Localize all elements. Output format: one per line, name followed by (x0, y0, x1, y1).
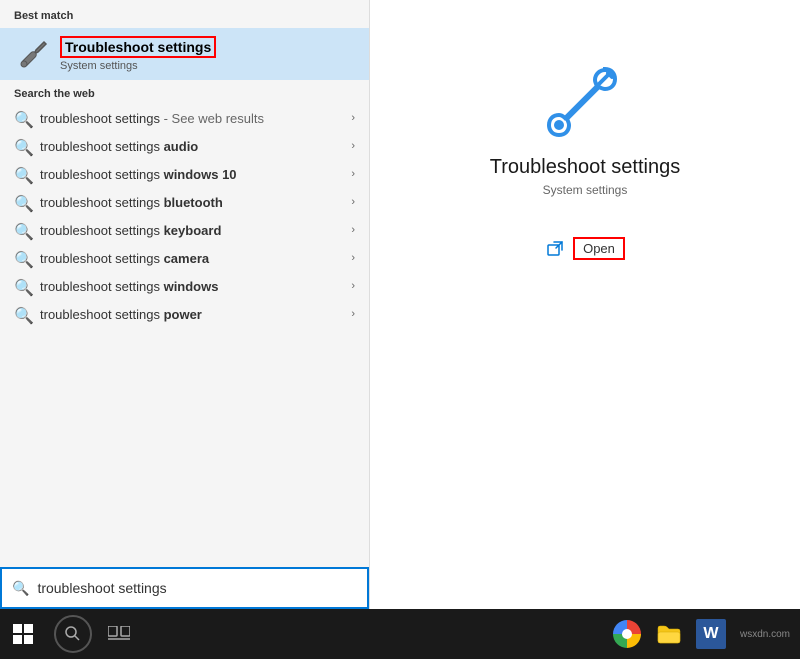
app-subtitle: System settings (543, 183, 628, 197)
cortana-search-button[interactable] (54, 615, 92, 653)
search-icon: 🔍 (14, 222, 30, 238)
list-item[interactable]: 🔍 troubleshoot settings windows 10 › (0, 160, 369, 188)
search-icon: 🔍 (14, 166, 30, 182)
search-bar-container: 🔍 (0, 567, 369, 609)
list-item[interactable]: 🔍 troubleshoot settings camera › (0, 244, 369, 272)
chevron-right-icon: › (351, 112, 355, 124)
left-panel: Best match Troubleshoot settings System … (0, 0, 370, 609)
taskbar: W wsxdn.com (0, 609, 800, 659)
result-text: troubleshoot settings power (40, 307, 351, 322)
search-icon: 🔍 (14, 138, 30, 154)
list-item[interactable]: 🔍 troubleshoot settings windows › (0, 272, 369, 300)
open-button[interactable]: Open (573, 237, 625, 260)
search-input[interactable] (37, 580, 357, 596)
search-icon: 🔍 (14, 278, 30, 294)
result-text: troubleshoot settings camera (40, 251, 351, 266)
app-container: Best match Troubleshoot settings System … (0, 0, 800, 659)
best-match-label: Best match (0, 0, 369, 28)
list-item[interactable]: 🔍 troubleshoot settings audio › (0, 132, 369, 160)
chevron-right-icon: › (351, 308, 355, 320)
main-area: Best match Troubleshoot settings System … (0, 0, 800, 609)
chevron-right-icon: › (351, 168, 355, 180)
open-button-row: Open (545, 237, 625, 260)
result-text: troubleshoot settings windows 10 (40, 167, 351, 182)
search-web-label: Search the web (0, 80, 369, 104)
list-item[interactable]: 🔍 troubleshoot settings keyboard › (0, 216, 369, 244)
taskbar-right-icons: W (608, 615, 730, 653)
list-item[interactable]: 🔍 troubleshoot settings power › (0, 300, 369, 328)
search-icon: 🔍 (14, 110, 30, 126)
chevron-right-icon: › (351, 196, 355, 208)
chrome-icon[interactable] (608, 615, 646, 653)
best-match-item[interactable]: Troubleshoot settings System settings (0, 28, 369, 80)
task-view-button[interactable] (100, 615, 138, 653)
search-icon: 🔍 (14, 194, 30, 210)
result-text: troubleshoot settings audio (40, 139, 351, 154)
chevron-right-icon: › (351, 224, 355, 236)
chevron-right-icon: › (351, 252, 355, 264)
best-match-text: Troubleshoot settings System settings (60, 36, 216, 72)
windows-start-button[interactable] (4, 615, 42, 653)
result-text: troubleshoot settings bluetooth (40, 195, 351, 210)
result-text: troubleshoot settings keyboard (40, 223, 351, 238)
list-item[interactable]: 🔍 troubleshoot settings bluetooth › (0, 188, 369, 216)
right-panel: Troubleshoot settings System settings Op… (370, 0, 800, 609)
result-text: troubleshoot settings - See web results (40, 111, 351, 126)
best-match-title: Troubleshoot settings (60, 36, 216, 58)
search-bar-icon: 🔍 (12, 580, 29, 597)
watermark: wsxdn.com (740, 629, 790, 640)
chevron-right-icon: › (351, 140, 355, 152)
result-text: troubleshoot settings windows (40, 279, 351, 294)
search-icon: 🔍 (14, 250, 30, 266)
list-item[interactable]: 🔍 troubleshoot settings - See web result… (0, 104, 369, 132)
search-icon: 🔍 (14, 306, 30, 322)
file-explorer-icon[interactable] (650, 615, 688, 653)
chevron-right-icon: › (351, 280, 355, 292)
open-window-icon (545, 239, 565, 259)
wrench-icon (14, 36, 50, 72)
app-large-icon (545, 60, 625, 140)
word-icon[interactable]: W (692, 615, 730, 653)
app-title: Troubleshoot settings (490, 156, 680, 179)
best-match-subtitle: System settings (60, 60, 216, 72)
